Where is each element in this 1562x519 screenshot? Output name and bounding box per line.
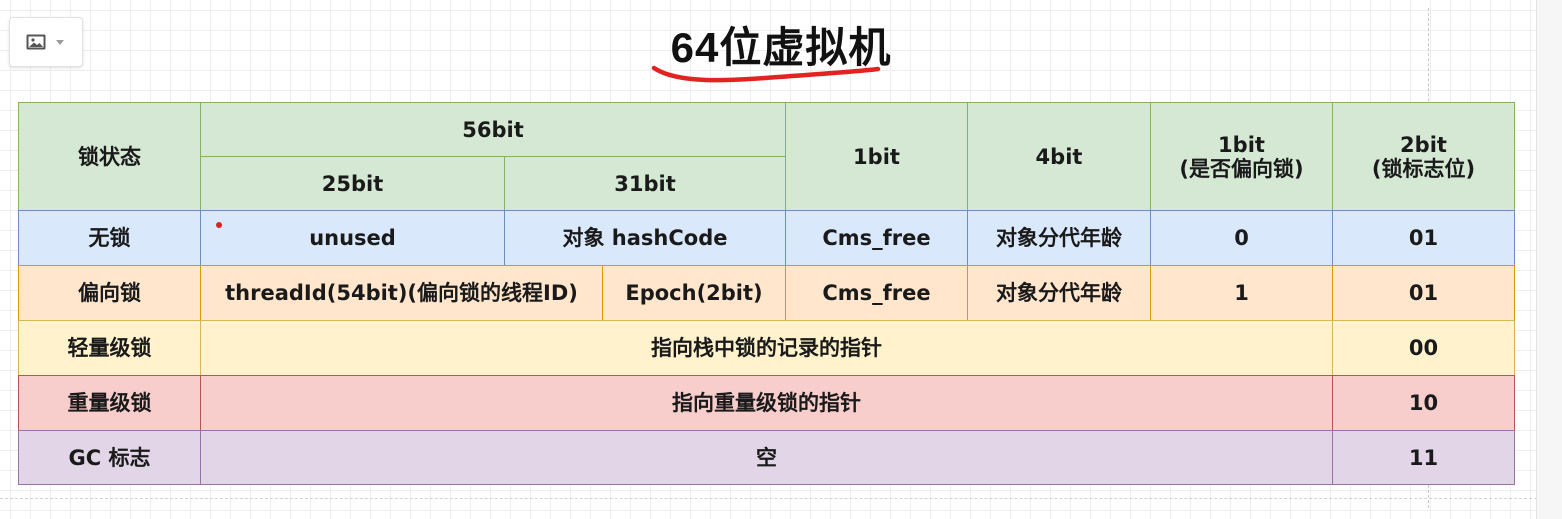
mark-word-table: 锁状态 56bit 25bit 31bit 1bit 4bit 1bit (是否…	[18, 102, 1515, 485]
biased-epoch: Epoch(2bit)	[602, 265, 786, 321]
biased-state: 偏向锁	[18, 265, 201, 321]
header-25bit: 25bit	[200, 156, 505, 211]
heavyweight-content: 指向重量级锁的指针	[200, 375, 1333, 431]
lightweight-state: 轻量级锁	[18, 320, 201, 376]
biased-biased-bit: 1	[1150, 265, 1333, 321]
heavyweight-flag: 10	[1332, 375, 1515, 431]
gc-content: 空	[200, 430, 1333, 485]
unlocked-biased-bit: 0	[1150, 210, 1333, 266]
title-underline-annotation	[651, 65, 881, 83]
biased-cms-free: Cms_free	[785, 265, 968, 321]
unlocked-unused: unused	[200, 210, 505, 266]
header-lock-flag: 2bit (锁标志位)	[1332, 102, 1515, 211]
red-dot-marker	[216, 222, 222, 228]
biased-thread-id: threadId(54bit)(偏向锁的线程ID)	[200, 265, 603, 321]
guide-line-horizontal	[0, 498, 1562, 499]
unlocked-flag: 01	[1332, 210, 1515, 266]
header-lock-state: 锁状态	[18, 102, 201, 211]
header-56bit: 56bit	[200, 102, 786, 157]
lightweight-flag: 00	[1332, 320, 1515, 376]
gc-flag: 11	[1332, 430, 1515, 485]
header-31bit: 31bit	[504, 156, 786, 211]
biased-age: 对象分代年龄	[967, 265, 1151, 321]
header-4bit: 4bit	[967, 102, 1151, 211]
gc-state: GC 标志	[18, 430, 201, 485]
unlocked-state: 无锁	[18, 210, 201, 266]
unlocked-cms-free: Cms_free	[785, 210, 968, 266]
unlocked-age: 对象分代年龄	[967, 210, 1151, 266]
biased-flag: 01	[1332, 265, 1515, 321]
header-biased-flag: 1bit (是否偏向锁)	[1150, 102, 1333, 211]
unlocked-hashcode: 对象 hashCode	[504, 210, 786, 266]
heavyweight-state: 重量级锁	[18, 375, 201, 431]
header-1bit: 1bit	[785, 102, 968, 211]
lightweight-content: 指向栈中锁的记录的指针	[200, 320, 1333, 376]
